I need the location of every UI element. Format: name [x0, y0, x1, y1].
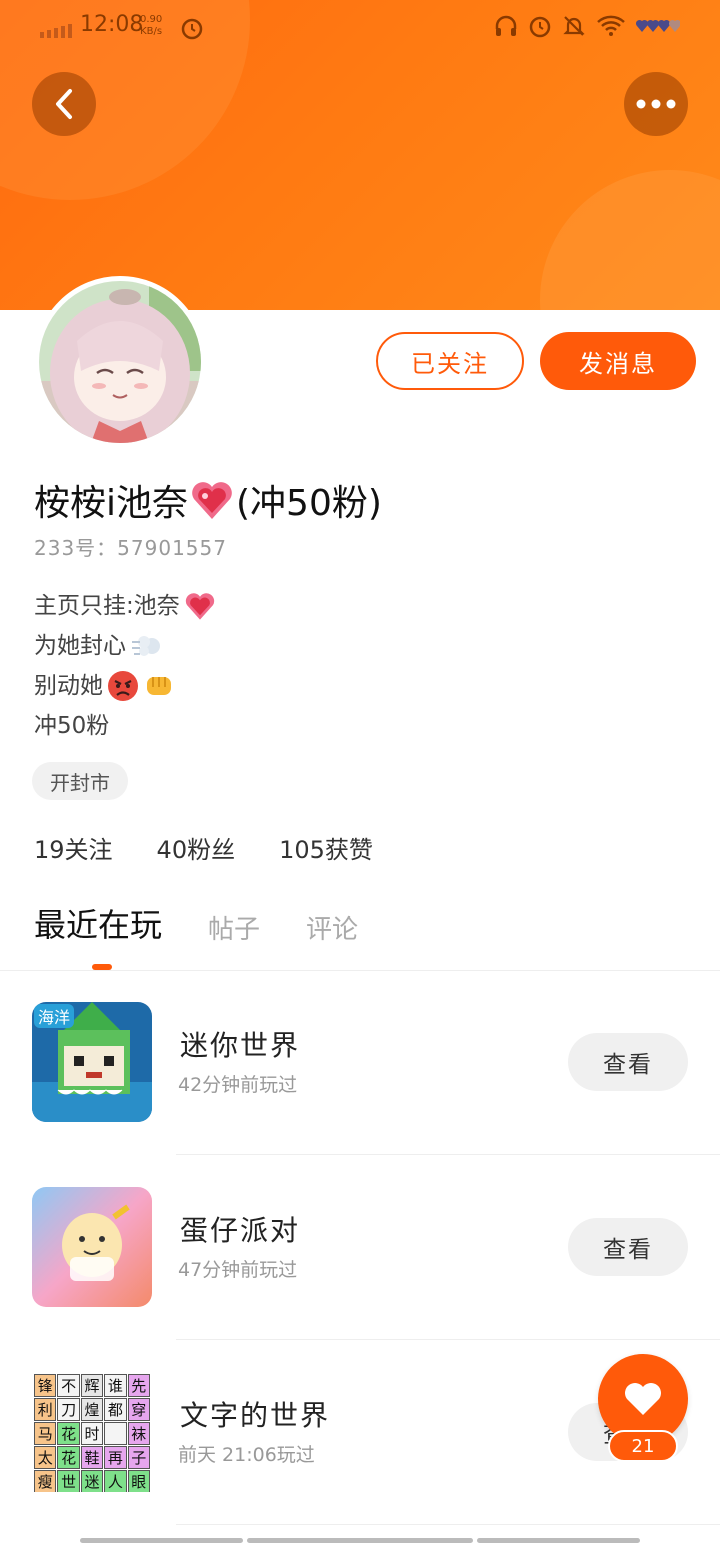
location-tag: 开封市: [32, 762, 128, 800]
grid-char: 子: [127, 1446, 150, 1469]
username-text: 桉桉i池奈: [34, 483, 189, 524]
alarm-icon: [181, 18, 203, 40]
game-name: 蛋仔派对: [180, 1214, 301, 1247]
sparkling-heart-icon: [192, 482, 232, 519]
bio-line: 冲50粉: [34, 706, 216, 746]
bio-text: 主页只挂:池奈: [34, 593, 180, 619]
fist-icon: [147, 677, 171, 695]
tab-recently-played[interactable]: 最近在玩: [34, 900, 162, 946]
game-row[interactable]: 蛋仔派对 47分钟前玩过 查看: [0, 1155, 720, 1340]
profile-tabs: 最近在玩 帖子 评论: [34, 900, 404, 946]
scroll-indicator: [477, 1538, 640, 1543]
status-bar: 12:08 0.90 KB/s: [0, 0, 720, 56]
mute-bell-icon: [563, 16, 585, 36]
clock-time: 12:08: [80, 12, 144, 37]
tab-comments[interactable]: 评论: [306, 909, 358, 946]
grid-char: 鞋: [80, 1446, 104, 1469]
signal-icon: [40, 24, 72, 38]
username: 桉桉i池奈 (冲50粉): [34, 474, 382, 526]
grid-char: 眼: [127, 1470, 150, 1492]
grid-char: 袜: [127, 1422, 150, 1445]
bio-text: 别动她: [34, 673, 103, 699]
bio-text: 冲50粉: [34, 713, 110, 739]
grid-char: 再: [104, 1446, 127, 1469]
username-suffix: (冲50粉): [236, 483, 382, 524]
tab-posts[interactable]: 帖子: [208, 909, 260, 946]
grid-char: 锋: [34, 1374, 57, 1397]
angry-face-icon: [108, 671, 138, 701]
send-message-button[interactable]: 发消息: [540, 332, 696, 390]
grid-char: 谁: [104, 1374, 127, 1397]
like-count-badge: 21: [608, 1430, 678, 1462]
bio-line: 主页只挂:池奈: [34, 586, 216, 626]
grid-char: 煌: [80, 1398, 104, 1421]
back-arrow-icon: [56, 89, 72, 119]
grid-char: 时: [80, 1422, 104, 1445]
word-grid: 锋 不 辉 谁 先 利 刀 煌 都 穿 马 花 时 袜 太 花 鞋 再 子 瘦 …: [32, 1372, 152, 1492]
bio: 主页只挂:池奈 为她封心 别动她 冲50粉: [34, 586, 216, 746]
last-played-time: 47分钟前玩过: [178, 1259, 298, 1281]
game-name: 文字的世界: [180, 1399, 331, 1432]
grid-char: 人: [104, 1470, 127, 1492]
sparkling-heart-icon: [185, 593, 214, 620]
grid-char: 太: [34, 1446, 57, 1469]
row-divider: [176, 1524, 720, 1525]
network-speed-value: 0.90: [140, 14, 163, 25]
grid-char: 世: [57, 1470, 80, 1492]
bio-line: 别动她: [34, 666, 216, 706]
status-icons: [494, 14, 680, 38]
followed-button[interactable]: 已关注: [376, 332, 524, 390]
game-icon-badge: 海洋: [34, 1004, 75, 1028]
more-dots-icon: [636, 99, 676, 109]
heart-icon: [625, 1383, 661, 1415]
bio-text: 为她封心: [34, 633, 126, 659]
grid-char: 先: [127, 1374, 150, 1397]
grid-char: 都: [104, 1398, 127, 1421]
last-played-time: 前天 21:06玩过: [178, 1444, 315, 1466]
back-button[interactable]: [32, 72, 96, 136]
view-game-button[interactable]: 查看: [568, 1218, 688, 1276]
last-played-time: 42分钟前玩过: [178, 1074, 298, 1096]
likes-count: 105获赞: [279, 836, 373, 864]
wifi-icon: [597, 15, 625, 36]
grid-char: 花: [57, 1422, 80, 1445]
grid-char: 刀: [57, 1398, 80, 1421]
grid-char: 瘦: [34, 1470, 57, 1492]
grid-char: 辉: [80, 1374, 104, 1397]
network-speed: 0.90 KB/s: [140, 14, 162, 38]
battery-hearts-icon: [636, 19, 680, 32]
banner-decoration: [540, 170, 720, 310]
bio-line: 为她封心: [34, 626, 216, 666]
alarm-icon: [529, 16, 551, 38]
grid-char: [104, 1422, 127, 1445]
avatar-image: [39, 281, 201, 443]
game-icon-mini-world: 海洋: [32, 1002, 152, 1122]
dash-icon: [132, 636, 160, 656]
grid-char: 利: [34, 1398, 57, 1421]
grid-char: 不: [57, 1374, 80, 1397]
game-row[interactable]: 海洋 迷你世界 42分钟前玩过 查看: [0, 970, 720, 1155]
scroll-indicator: [80, 1538, 243, 1543]
scroll-indicator: [247, 1538, 473, 1543]
view-game-button[interactable]: 查看: [568, 1033, 688, 1091]
profile-stats: 19关注 40粉丝 105获赞: [34, 830, 373, 865]
followers-count[interactable]: 40粉丝: [157, 830, 236, 865]
headphones-icon: [495, 15, 517, 36]
network-speed-unit: KB/s: [140, 26, 163, 37]
user-id: 233号：57901557: [34, 536, 227, 560]
more-options-button[interactable]: [624, 72, 688, 136]
grid-char: 迷: [80, 1470, 104, 1492]
following-count[interactable]: 19关注: [34, 830, 113, 865]
grid-char: 穿: [127, 1398, 150, 1421]
game-icon-word-world: 锋 不 辉 谁 先 利 刀 煌 都 穿 马 花 时 袜 太 花 鞋 再 子 瘦 …: [32, 1372, 152, 1492]
game-name: 迷你世界: [180, 1029, 301, 1062]
avatar[interactable]: [34, 276, 206, 448]
game-icon-egg-party: [32, 1187, 152, 1307]
grid-char: 马: [34, 1422, 57, 1445]
grid-char: 花: [57, 1446, 80, 1469]
